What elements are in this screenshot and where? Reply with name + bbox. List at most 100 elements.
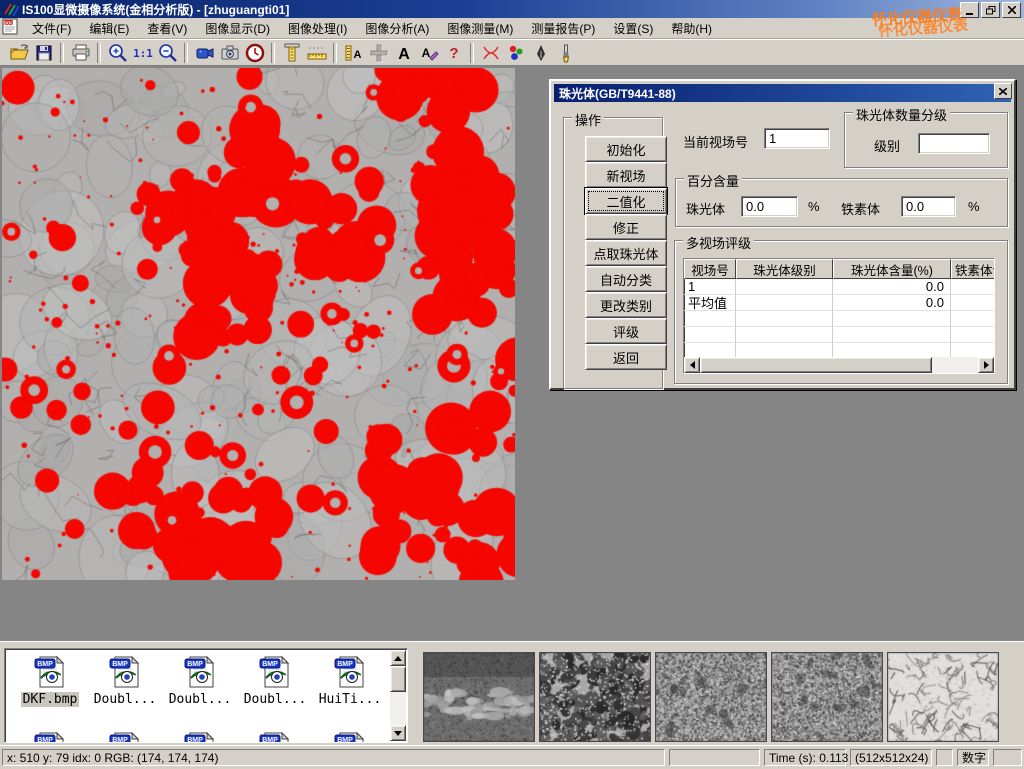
zoom-in-button[interactable] (105, 41, 130, 65)
actual-size-button[interactable]: 1:1 (130, 41, 155, 65)
scroll-down-button[interactable] (390, 725, 406, 741)
file-item-Doubl...[interactable]: BMPDoubl... (239, 655, 311, 707)
op-button-5[interactable]: 自动分类 (585, 266, 667, 292)
scroll-up-button[interactable] (390, 650, 406, 666)
op-button-7[interactable]: 评级 (585, 318, 667, 344)
menu-item-6[interactable]: 图像测量(M) (438, 18, 522, 39)
file-browser[interactable]: BMPDKF.bmpBMPDoubl...BMPDoubl...BMPDoubl… (4, 648, 408, 743)
menu-item-9[interactable]: 帮助(H) (662, 18, 721, 39)
menu-item-4[interactable]: 图像处理(I) (279, 18, 356, 39)
table-col-3[interactable]: 铁素体含量(%) (951, 259, 995, 279)
svg-text:BMP: BMP (112, 737, 128, 743)
grid-button[interactable] (366, 41, 391, 65)
menu-item-1[interactable]: 编辑(E) (80, 18, 138, 39)
table-col-2[interactable]: 珠光体含量(%) (833, 259, 951, 279)
window-close-button[interactable] (1002, 2, 1021, 18)
text-button[interactable]: A (391, 41, 416, 65)
pen-button[interactable] (528, 41, 553, 65)
menu-item-0[interactable]: 文件(F) (23, 18, 80, 39)
file-item-row2-1[interactable]: BMP (89, 731, 161, 743)
annotate-button[interactable]: A (416, 41, 441, 65)
video-camera-button[interactable] (192, 41, 217, 65)
dialog-title-bar[interactable]: 珠光体(GB/T9441-88) (554, 84, 1011, 102)
thumbnail-coarse-patches[interactable] (539, 652, 651, 742)
file-item-row2-0[interactable]: BMP (14, 731, 86, 743)
hscroll-thumb[interactable] (700, 357, 932, 373)
dialog-close-button[interactable] (994, 83, 1012, 99)
clock-button[interactable] (242, 41, 267, 65)
save-button[interactable] (31, 41, 56, 65)
table-col-1[interactable]: 珠光体级别 (736, 259, 833, 279)
classify-button[interactable] (503, 41, 528, 65)
open-button[interactable] (6, 41, 31, 65)
ferrite-percent-input[interactable]: 0.0 (901, 196, 956, 217)
menu-item-2[interactable]: 查看(V) (138, 18, 196, 39)
zoom-out-button[interactable] (155, 41, 180, 65)
table-hscrollbar[interactable] (684, 357, 994, 373)
svg-text:BMP: BMP (187, 737, 203, 743)
ruler-icon (306, 42, 328, 64)
document-icon: DOC (2, 18, 19, 38)
menu-item-3[interactable]: 图像显示(D) (196, 18, 279, 39)
measure-text-button[interactable]: A (341, 41, 366, 65)
help-button[interactable]: ? (441, 41, 466, 65)
file-list-vscrollbar[interactable] (390, 650, 406, 741)
op-button-0[interactable]: 初始化 (585, 136, 667, 162)
table-row-3[interactable] (684, 327, 995, 343)
window-minimize-button[interactable] (960, 2, 979, 18)
file-item-row2-2[interactable]: BMP (164, 731, 236, 743)
grade-input[interactable] (918, 133, 990, 154)
file-item-row2-4[interactable]: BMP (314, 731, 386, 743)
table-cell (684, 311, 736, 327)
pearlite-dialog: 珠光体(GB/T9441-88) 操作 初始化新视场二值化修正点取珠光体自动分类… (549, 79, 1016, 390)
actual-size-icon: 1:1 (132, 42, 154, 64)
thumbnail-fine-speckle-b[interactable] (771, 652, 883, 742)
menu-item-5[interactable]: 图像分析(A) (356, 18, 438, 39)
dialog-title: 珠光体(GB/T9441-88) (559, 85, 676, 102)
file-item-HuiTi...[interactable]: BMPHuiTi... (314, 655, 386, 707)
toolbar-separator (470, 43, 474, 63)
ruler-button[interactable] (304, 41, 329, 65)
menu-item-7[interactable]: 测量报告(P) (522, 18, 604, 39)
window-restore-button[interactable] (981, 2, 1000, 18)
scroll-right-button[interactable] (978, 357, 994, 373)
thumbnail-dark-banded[interactable] (423, 652, 535, 742)
op-button-2[interactable]: 二值化 (585, 188, 667, 214)
status-image-size: (512x512x24) (850, 749, 932, 766)
file-item-Doubl...[interactable]: BMP Doubl... (164, 655, 236, 707)
table-row-2[interactable] (684, 311, 995, 327)
table-cell (951, 279, 995, 295)
svg-text:BMP: BMP (187, 661, 203, 668)
camera-button[interactable] (217, 41, 242, 65)
bmp-file-icon: BMP (333, 731, 367, 743)
thumbnail-light-flakes[interactable] (887, 652, 999, 742)
table-row-0[interactable]: 10.0 (684, 279, 995, 295)
table-col-0[interactable]: 视场号 (684, 259, 736, 279)
caliper-button[interactable] (279, 41, 304, 65)
print-button[interactable] (68, 41, 93, 65)
op-button-6[interactable]: 更改类别 (585, 292, 667, 318)
table-row-1[interactable]: 平均值0.0 (684, 295, 995, 311)
op-button-4[interactable]: 点取珠光体 (585, 240, 667, 266)
file-name: Doubl... (167, 692, 234, 707)
op-button-1[interactable]: 新视场 (585, 162, 667, 188)
scroll-left-button[interactable] (684, 357, 700, 373)
status-mode: 数字 (957, 749, 989, 766)
menu-item-8[interactable]: 设置(S) (604, 18, 662, 39)
pearlite-percent-input[interactable]: 0.0 (741, 196, 798, 217)
op-button-8[interactable]: 返回 (585, 344, 667, 370)
brush-button[interactable] (553, 41, 578, 65)
file-item-DKF.bmp[interactable]: BMPDKF.bmp (14, 655, 86, 707)
table-header-row: 视场号珠光体级别珠光体含量(%)铁素体含量(%) (684, 259, 995, 279)
thumbnail-fine-speckle-a[interactable] (655, 652, 767, 742)
grade-group-label: 珠光体数量分级 (853, 105, 950, 124)
current-field-input[interactable]: 1 (764, 128, 830, 149)
file-name: HuiTi... (317, 692, 384, 707)
rating-table[interactable]: 视场号珠光体级别珠光体含量(%)铁素体含量(%) 10.0平均值0.0 (683, 258, 995, 374)
file-item-Doubl...[interactable]: BMPDoubl... (89, 655, 161, 707)
op-button-3[interactable]: 修正 (585, 214, 667, 240)
file-item-row2-3[interactable]: BMP (239, 731, 311, 743)
metallographic-image[interactable] (2, 68, 515, 580)
curve-cut-button[interactable] (478, 41, 503, 65)
vscroll-thumb[interactable] (390, 666, 406, 692)
